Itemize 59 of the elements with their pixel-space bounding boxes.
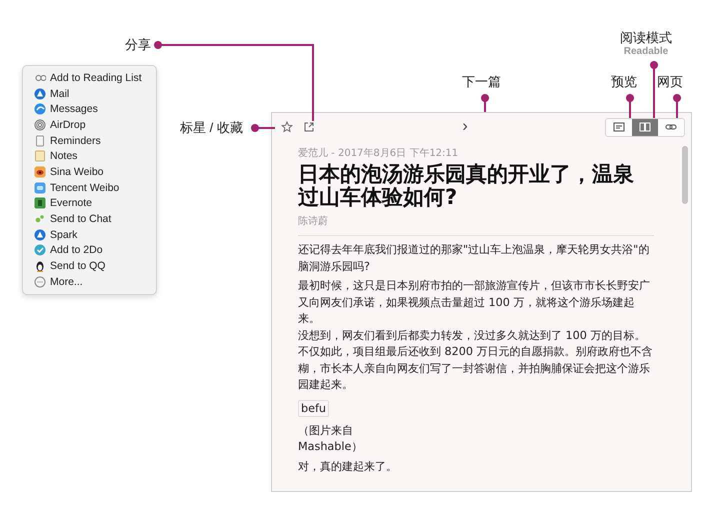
web-mode-button[interactable] xyxy=(658,118,684,136)
leader-line xyxy=(251,124,275,132)
article-paragraph: 还记得去年年底我们报道过的那家"过山车上泡温泉，摩天轮男女共浴"的脑洞游乐园吗? xyxy=(298,242,650,274)
speech-bubble-icon xyxy=(34,103,46,116)
book-icon xyxy=(638,122,651,132)
callout-label: 网页 xyxy=(657,74,683,90)
image-alt-text: befu xyxy=(298,400,330,416)
leader-line xyxy=(481,94,489,112)
menu-item[interactable]: Send to QQ xyxy=(23,258,156,274)
menu-item[interactable]: Evernote xyxy=(23,196,156,212)
menu-item[interactable]: Notes xyxy=(23,148,156,164)
eye-icon xyxy=(34,166,46,178)
menu-item[interactable]: Add to Reading List xyxy=(23,70,156,86)
article-meta: 爱范儿 - 2017年8月6日 下午12:11 xyxy=(298,146,460,160)
notepad-icon xyxy=(34,134,46,147)
next-article-button[interactable]: › xyxy=(460,119,470,135)
menu-item[interactable]: Sina Weibo xyxy=(23,164,156,180)
image-caption: （图片来自 Mashable） xyxy=(298,422,364,455)
share-button[interactable] xyxy=(303,121,315,133)
leader-line xyxy=(626,94,634,118)
menu-item[interactable]: Spark xyxy=(23,226,156,243)
star-button[interactable] xyxy=(281,121,293,133)
app-tile-icon xyxy=(34,182,46,194)
callout-label: 分享 xyxy=(125,37,151,53)
paper-plane-icon xyxy=(34,88,46,100)
menu-item[interactable]: Tencent Weibo xyxy=(23,180,156,196)
article-paragraph: 对，真的建起来了。 xyxy=(298,458,398,474)
link-icon xyxy=(664,122,677,132)
share-icon xyxy=(303,121,315,133)
menu-item[interactable]: More... xyxy=(23,274,156,290)
article-paragraph: 最初时候，这只是日本别府市拍的一部旅游宣传片，但该市市长长野安广又向网友们承诺，如果视频点击量超过 100 万，就将这个游乐场建起来。 xyxy=(298,278,651,327)
callout-label: 阅读模式 xyxy=(620,30,672,46)
scrollbar-thumb[interactable] xyxy=(682,146,688,204)
callout-label: 预览 xyxy=(611,74,637,90)
star-icon xyxy=(281,121,293,133)
callout-label: 标星 / 收藏 xyxy=(180,120,243,136)
preview-mode-button[interactable] xyxy=(606,118,632,136)
menu-item[interactable]: Add to 2Do xyxy=(23,242,156,258)
menu-item[interactable]: AirDrop xyxy=(23,117,156,133)
check-icon xyxy=(34,244,46,256)
note-icon xyxy=(34,150,46,162)
article-author: 陈诗蔚 xyxy=(298,214,654,236)
menu-item[interactable]: Messages xyxy=(23,101,156,118)
readable-mode-button[interactable] xyxy=(632,118,658,136)
menu-item[interactable]: Mail xyxy=(23,86,156,102)
callout-label: 下一篇 xyxy=(462,74,501,90)
leader-line xyxy=(673,94,681,118)
menu-item[interactable]: Reminders xyxy=(23,132,156,148)
more-icon xyxy=(34,276,46,288)
article-title: 日本的泡汤游乐园真的开业了，温泉过山车体验如何? xyxy=(298,163,635,209)
rings-icon xyxy=(34,118,46,131)
elephant-icon xyxy=(34,197,46,210)
paper-plane-icon xyxy=(34,228,46,241)
menu-item[interactable]: Send to Chat xyxy=(23,211,156,227)
penguin-icon xyxy=(34,260,46,272)
article-paragraph: 没想到，网友们看到后都卖力转发，没过多久就达到了 100 万的目标。不仅如此，项目组最后还收到 8200 万日元的自愿捐款。别府政府也不含糊，市长本人亲自向网友们写了一封答谢信，并拍胸脯保证会把这个游乐园建起来。 xyxy=(298,328,654,393)
callout-sublabel: Readable xyxy=(624,46,668,58)
preview-icon xyxy=(612,122,625,132)
leader-line xyxy=(650,61,658,118)
